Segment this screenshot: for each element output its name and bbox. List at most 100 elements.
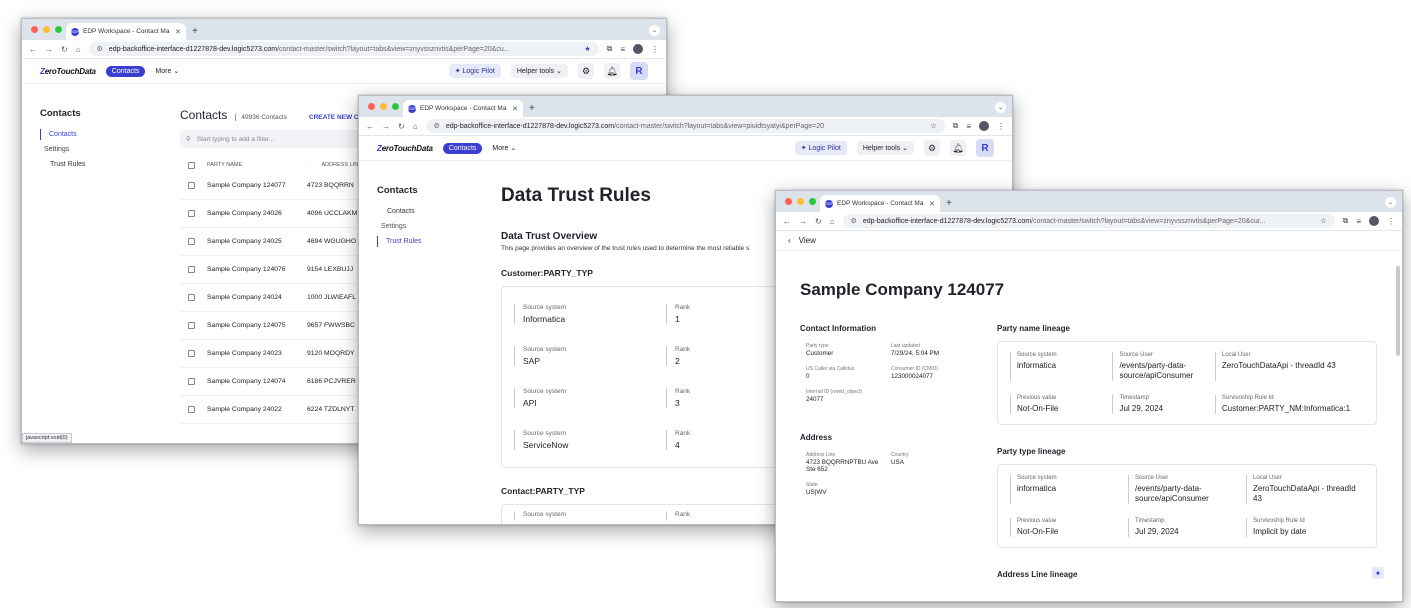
- row-checkbox[interactable]: [188, 378, 195, 385]
- sidebar-item-trust-rules[interactable]: Trust Rules: [40, 159, 160, 170]
- page-title: Contacts: [180, 108, 228, 122]
- column-header-address-line[interactable]: ADDRESS LINE: [322, 162, 362, 168]
- row-checkbox[interactable]: [188, 266, 195, 273]
- new-tab-icon[interactable]: +: [529, 103, 535, 114]
- nav-more-menu[interactable]: More ⌄: [492, 144, 516, 152]
- tab-search-icon[interactable]: ⌄: [649, 25, 660, 36]
- tab-title: EDP Workspace - Contact Ma: [83, 28, 170, 35]
- media-icon[interactable]: ≡: [1356, 217, 1361, 226]
- nav-more-menu[interactable]: More ⌄: [155, 67, 179, 75]
- user-avatar-button[interactable]: R: [630, 62, 648, 80]
- create-new-contact-button[interactable]: CREATE NEW C: [309, 114, 359, 121]
- browser-tab[interactable]: EDP EDP Workspace - Contact Ma ✕: [820, 195, 940, 212]
- bookmark-star-icon[interactable]: ☆: [1320, 217, 1326, 225]
- back-arrow-icon[interactable]: ←: [29, 45, 37, 54]
- lineage-title: Party name lineage: [997, 324, 1070, 333]
- zerotouchdata-logo[interactable]: ZeroTouchData: [40, 67, 96, 76]
- row-checkbox[interactable]: [188, 322, 195, 329]
- menu-kebab-icon[interactable]: ⋮: [1387, 217, 1395, 226]
- profile-avatar[interactable]: [1369, 216, 1379, 226]
- minimize-window-button[interactable]: [380, 103, 387, 110]
- row-checkbox[interactable]: [188, 294, 195, 301]
- minimize-window-button[interactable]: [797, 198, 804, 205]
- maximize-window-button[interactable]: [809, 198, 816, 205]
- logic-pilot-button[interactable]: ✦ Logic Pilot: [794, 141, 847, 155]
- address-bar: ← → ↻ ⌂ ⚙ edp-backoffice-interface-d1227…: [359, 117, 1012, 136]
- url-field[interactable]: ⚙ edp-backoffice-interface-d1227878-dev.…: [842, 214, 1335, 228]
- vertical-scrollbar[interactable]: [1396, 266, 1400, 356]
- media-icon[interactable]: ≡: [966, 122, 971, 131]
- row-checkbox[interactable]: [188, 350, 195, 357]
- new-tab-icon[interactable]: +: [192, 26, 198, 37]
- tab-title: EDP Workspace - Contact Ma: [420, 105, 507, 112]
- row-checkbox[interactable]: [188, 238, 195, 245]
- url-field[interactable]: ⚙ edp-backoffice-interface-d1227878-dev.…: [425, 119, 945, 133]
- select-all-checkbox[interactable]: [188, 161, 195, 169]
- filter-input[interactable]: ⚲ Start typing to add a filter...: [180, 130, 380, 148]
- close-window-button[interactable]: [31, 26, 38, 33]
- logic-pilot-fab-sparkle-icon[interactable]: ✦: [1372, 567, 1384, 579]
- zerotouchdata-logo[interactable]: ZeroTouchData: [377, 144, 433, 153]
- tab-search-icon[interactable]: ⌄: [1385, 197, 1396, 208]
- media-icon[interactable]: ≡: [620, 45, 625, 54]
- forward-arrow-icon[interactable]: →: [799, 217, 807, 226]
- maximize-window-button[interactable]: [392, 103, 399, 110]
- user-avatar-button[interactable]: R: [976, 139, 994, 157]
- tab-close-icon[interactable]: ✕: [512, 105, 518, 113]
- site-info-icon[interactable]: ⚙: [97, 45, 103, 53]
- profile-avatar[interactable]: [633, 44, 643, 54]
- notifications-bell-icon[interactable]: 🔔︎: [950, 140, 966, 156]
- field-state: State US|WV: [806, 482, 827, 496]
- extensions-icon[interactable]: ⧉: [953, 121, 959, 131]
- helper-tools-button[interactable]: Helper tools ⌄: [510, 64, 568, 78]
- settings-gear-icon[interactable]: ⚙: [924, 140, 940, 156]
- logic-pilot-button[interactable]: ✦ Logic Pilot: [448, 64, 501, 78]
- nav-contacts[interactable]: Contacts: [442, 142, 483, 154]
- maximize-window-button[interactable]: [55, 26, 62, 33]
- home-icon[interactable]: ⌂: [76, 45, 81, 54]
- row-checkbox[interactable]: [188, 182, 195, 189]
- minimize-window-button[interactable]: [43, 26, 50, 33]
- bookmark-star-icon[interactable]: ☆: [930, 122, 936, 130]
- row-checkbox[interactable]: [188, 210, 195, 217]
- column-header-party-name[interactable]: PARTY NAME: [207, 162, 292, 168]
- row-checkbox[interactable]: [188, 406, 195, 413]
- reload-icon[interactable]: ↻: [61, 45, 68, 54]
- reload-icon[interactable]: ↻: [398, 122, 405, 131]
- browser-tab[interactable]: EDP EDP Workspace - Contact Ma ✕: [403, 100, 523, 117]
- reload-icon[interactable]: ↻: [815, 217, 822, 226]
- extensions-icon[interactable]: ⧉: [607, 44, 613, 54]
- back-arrow-icon[interactable]: ←: [783, 217, 791, 226]
- home-icon[interactable]: ⌂: [413, 122, 418, 131]
- menu-kebab-icon[interactable]: ⋮: [651, 45, 659, 54]
- back-arrow-icon[interactable]: ←: [366, 122, 374, 131]
- site-info-icon[interactable]: ⚙: [434, 122, 440, 130]
- profile-avatar[interactable]: [979, 121, 989, 131]
- new-tab-icon[interactable]: +: [946, 198, 952, 209]
- nav-contacts[interactable]: Contacts: [105, 65, 146, 77]
- tab-close-icon[interactable]: ✕: [175, 28, 181, 36]
- sidebar-item-contacts[interactable]: Contacts: [40, 129, 160, 140]
- sidebar-item-trust-rules[interactable]: Trust Rules: [377, 236, 487, 247]
- sidebar-item-settings[interactable]: Settings: [377, 221, 487, 232]
- notifications-bell-icon[interactable]: 🔔︎: [604, 63, 620, 79]
- bookmark-star-icon[interactable]: ★: [584, 45, 590, 53]
- tab-close-icon[interactable]: ✕: [929, 200, 935, 208]
- forward-arrow-icon[interactable]: →: [382, 122, 390, 131]
- extensions-icon[interactable]: ⧉: [1343, 216, 1349, 226]
- back-to-view-link[interactable]: ‹ View: [776, 231, 1402, 251]
- settings-gear-icon[interactable]: ⚙: [578, 63, 594, 79]
- home-icon[interactable]: ⌂: [830, 217, 835, 226]
- helper-tools-button[interactable]: Helper tools ⌄: [856, 141, 914, 155]
- browser-tab[interactable]: EDP EDP Workspace - Contact Ma ✕: [66, 23, 186, 40]
- sidebar-item-contacts[interactable]: Contacts: [377, 206, 487, 217]
- site-info-icon[interactable]: ⚙: [851, 217, 857, 225]
- column-resize-handle[interactable]: ⋮: [304, 162, 310, 168]
- forward-arrow-icon[interactable]: →: [45, 45, 53, 54]
- url-field[interactable]: ⚙ edp-backoffice-interface-d1227878-dev.…: [88, 42, 599, 56]
- tab-search-icon[interactable]: ⌄: [995, 102, 1006, 113]
- close-window-button[interactable]: [785, 198, 792, 205]
- menu-kebab-icon[interactable]: ⋮: [997, 122, 1005, 131]
- close-window-button[interactable]: [368, 103, 375, 110]
- sidebar-item-settings[interactable]: Settings: [40, 144, 160, 155]
